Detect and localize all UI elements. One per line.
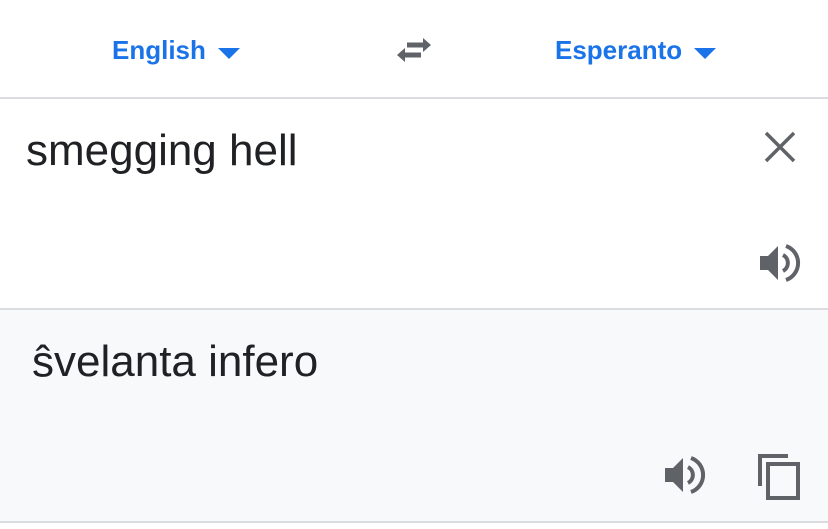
- swap-horiz-icon: [397, 38, 431, 62]
- chevron-down-icon: [217, 47, 240, 59]
- language-bar: English Esperanto: [0, 0, 828, 99]
- source-language-selector[interactable]: English: [112, 30, 240, 70]
- target-language-label: Esperanto: [555, 34, 683, 65]
- copy-translation-button[interactable]: [754, 450, 804, 502]
- copy-icon: [758, 454, 800, 500]
- close-icon: [764, 131, 796, 163]
- translation-listen-button[interactable]: [662, 453, 706, 497]
- clear-text-button[interactable]: [760, 127, 800, 167]
- source-text-input[interactable]: smegging hell: [26, 123, 298, 179]
- source-text-panel: smegging hell: [0, 99, 828, 310]
- swap-languages-button[interactable]: [391, 30, 437, 70]
- target-language-selector[interactable]: Esperanto: [555, 30, 717, 70]
- chevron-down-icon: [694, 47, 717, 59]
- translated-text: ŝvelanta infero: [32, 337, 319, 386]
- source-listen-button[interactable]: [757, 241, 801, 285]
- source-language-label: English: [112, 34, 206, 65]
- speaker-icon: [760, 244, 801, 282]
- translation-panel: ŝvelanta infero: [0, 310, 828, 523]
- speaker-icon: [665, 456, 706, 494]
